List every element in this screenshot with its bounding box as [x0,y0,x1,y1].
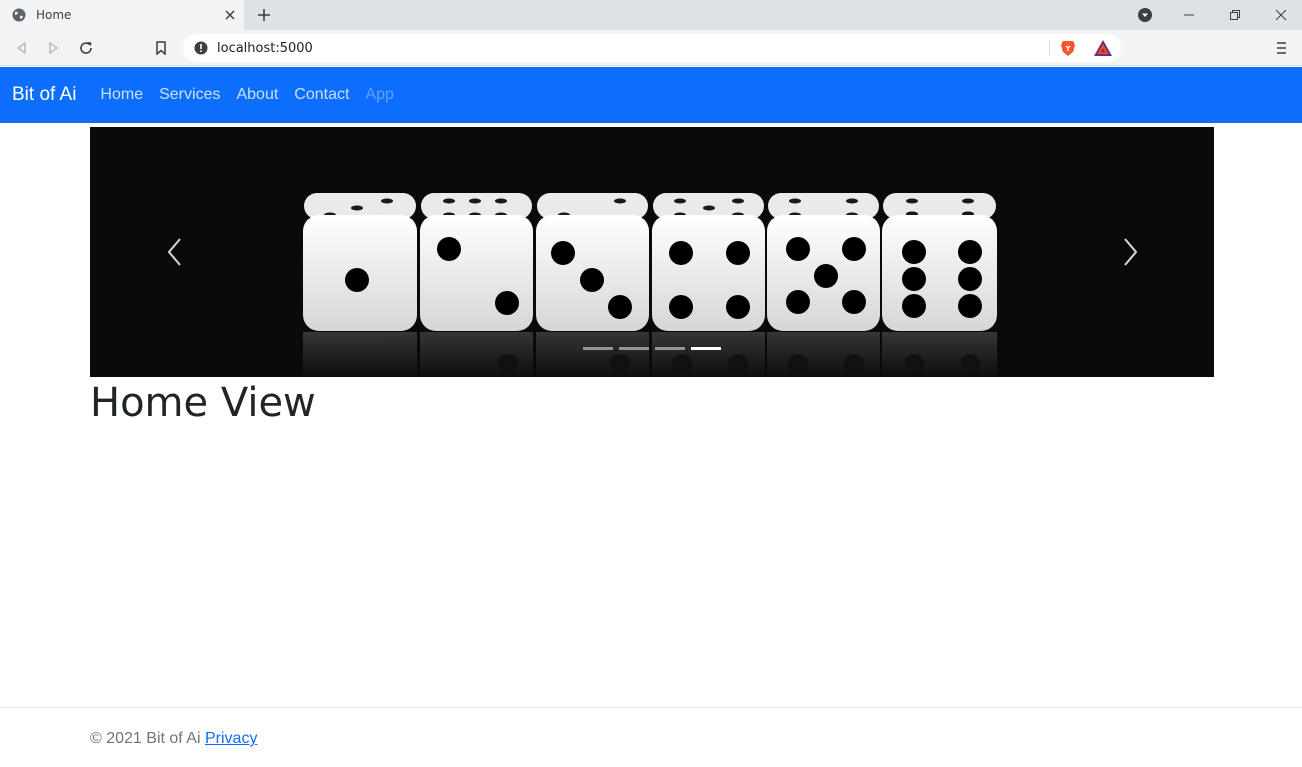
carousel-indicators [583,347,721,350]
page-title: Home View [90,380,316,426]
close-icon [1275,9,1287,21]
nav-links: Home Services About Contact App [92,86,401,104]
menu-icon[interactable] [1272,40,1290,56]
minimize-button[interactable] [1166,0,1212,30]
site-footer: © 2021 Bit of Ai Privacy [0,707,1302,767]
info-icon[interactable] [194,41,208,55]
carousel-indicator-1[interactable] [583,347,613,350]
browser-tab[interactable]: Home [0,0,244,30]
nav-link-services[interactable]: Services [151,86,228,104]
forward-button[interactable] [43,38,63,58]
nav-link-about[interactable]: About [228,86,286,104]
navbar-brand[interactable]: Bit of Ai [12,84,76,106]
restore-button[interactable] [1212,0,1258,30]
divider [1049,40,1050,56]
footer-text: © 2021 Bit of Ai Privacy [90,730,257,748]
carousel-prev-icon[interactable] [165,237,185,267]
url-text[interactable]: localhost:5000 [217,41,313,56]
forward-arrow-icon [49,41,59,55]
carousel-indicator-2[interactable] [619,347,649,350]
carousel-indicator-3[interactable] [655,347,685,350]
carousel-slide-image [90,127,1214,377]
restore-icon [1230,10,1240,20]
brave-rewards-icon[interactable] [1093,39,1113,57]
bookmark-icon [156,41,166,55]
nav-link-app: App [365,86,394,103]
globe-icon [12,8,26,22]
chevron-down-icon [1138,8,1152,22]
tab-search-button[interactable] [1122,0,1168,30]
reload-icon [80,42,92,54]
site-navbar: Bit of Ai Home Services About Contact Ap… [0,67,1302,123]
nav-link-home[interactable]: Home [92,86,151,104]
address-bar[interactable]: localhost:5000 [183,34,1121,62]
close-window-button[interactable] [1258,0,1302,30]
browser-toolbar: localhost:5000 [0,30,1302,66]
browser-tab-strip: Home [0,0,1302,30]
reload-button[interactable] [76,38,96,58]
minimize-icon [1184,14,1194,16]
back-arrow-icon [16,41,26,55]
tab-title: Home [36,8,72,22]
bookmark-button[interactable] [151,38,171,58]
privacy-link[interactable]: Privacy [205,730,257,747]
back-button[interactable] [12,38,32,58]
new-tab-icon[interactable] [255,6,273,24]
footer-copyright: © 2021 Bit of Ai [90,730,201,747]
carousel-next-icon[interactable] [1120,237,1140,267]
carousel-indicator-4[interactable] [691,347,721,350]
nav-link-contact[interactable]: Contact [286,86,357,104]
brave-shields-icon[interactable] [1059,39,1077,57]
close-icon[interactable] [222,7,238,23]
image-carousel [90,127,1214,377]
